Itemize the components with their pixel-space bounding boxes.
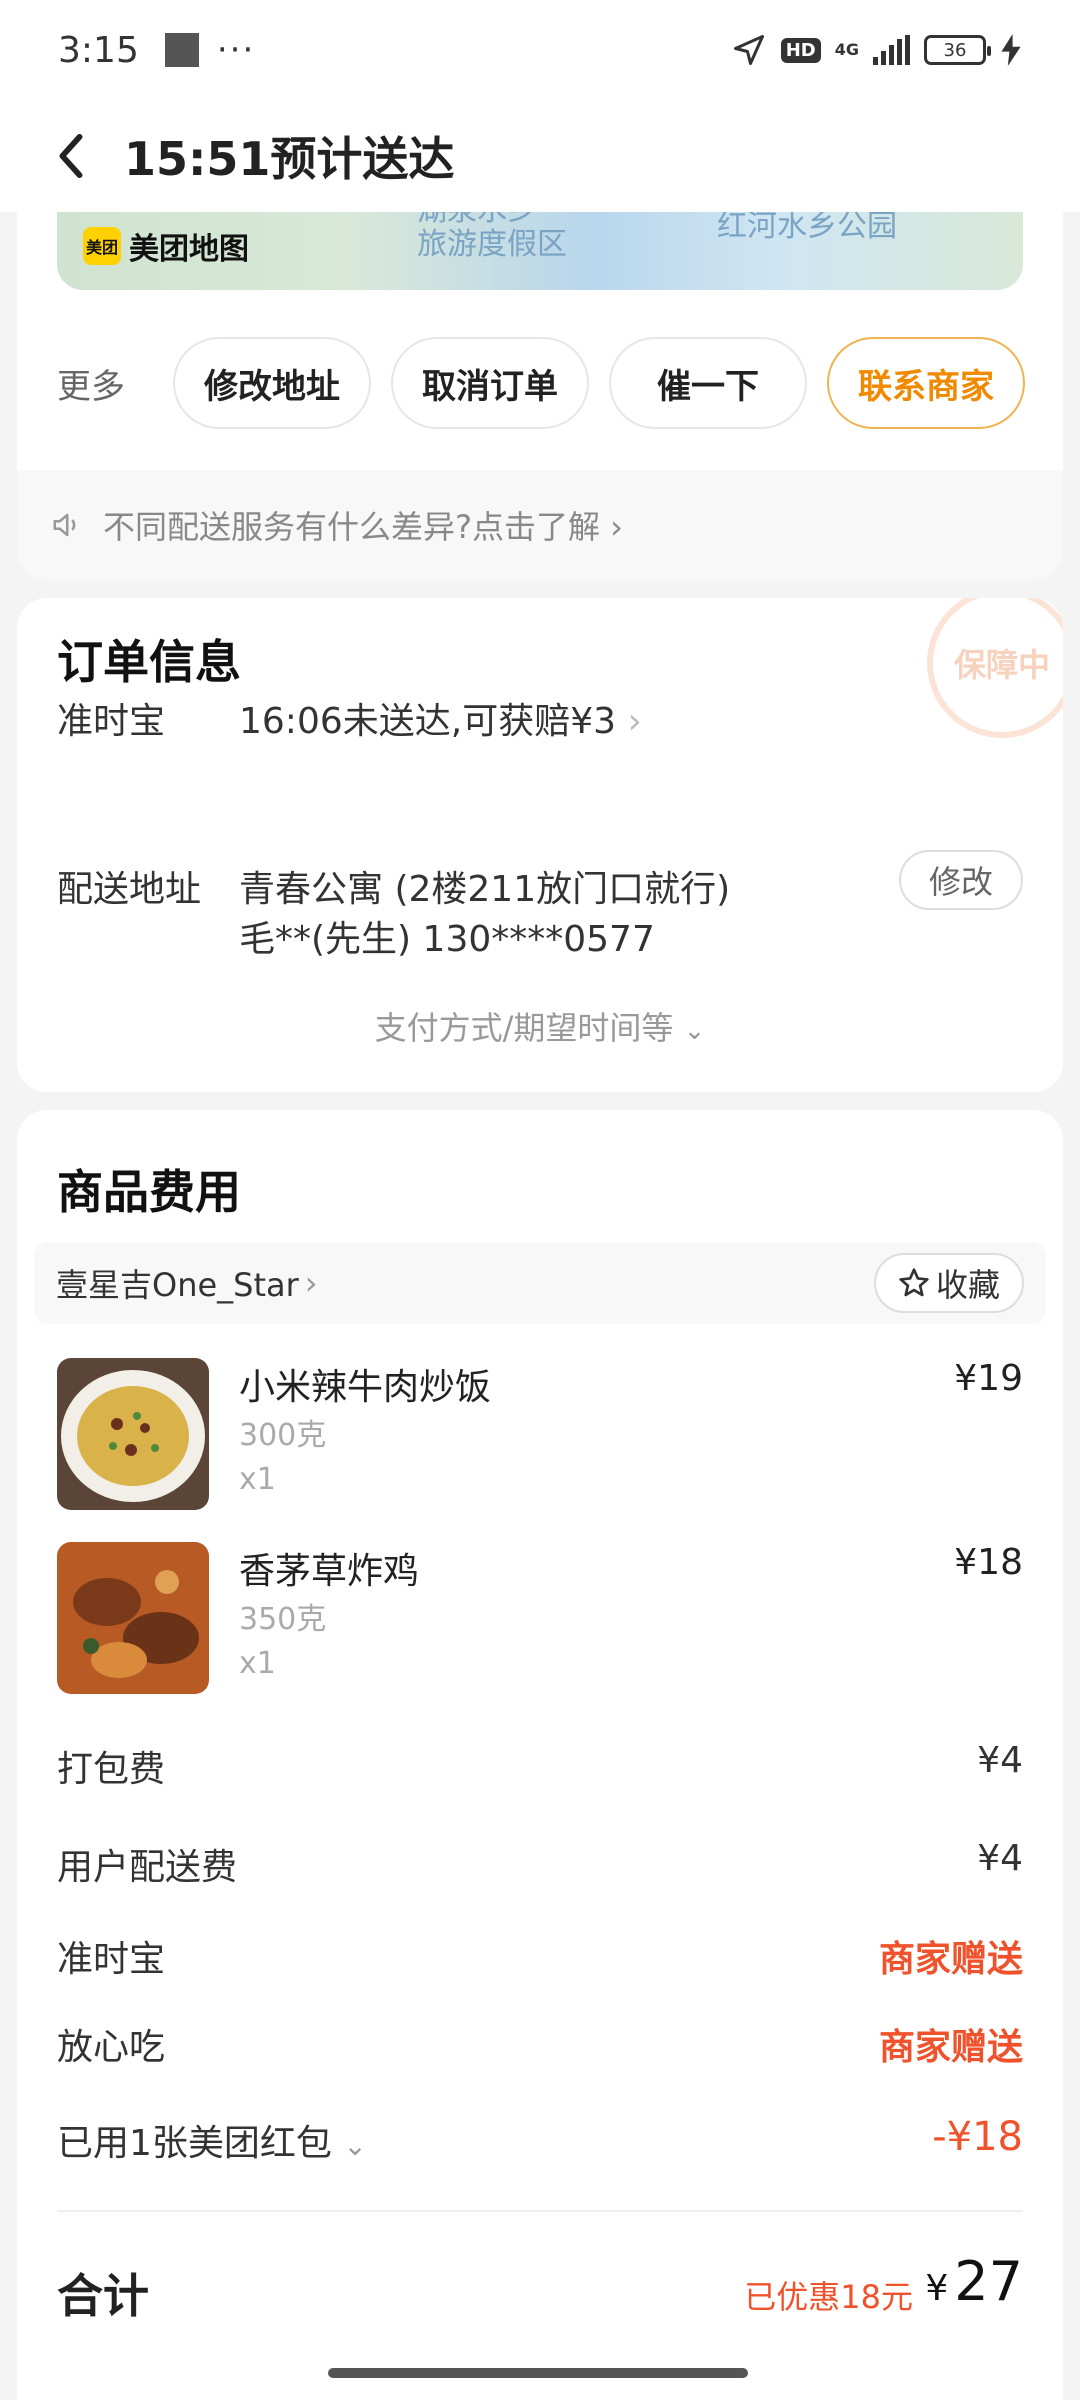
modify-address-button[interactable]: 修改地址 (173, 337, 371, 429)
ontime-label: 准时宝 (57, 701, 166, 742)
speaker-icon (53, 513, 76, 537)
goods-item[interactable]: 香茅草炸鸡 350克 x1 ¥18 (57, 1542, 1023, 1694)
item-quantity: x1 (239, 1462, 276, 1497)
address-label: 配送地址 (57, 869, 202, 910)
order-info-title: 订单信息 (57, 635, 241, 689)
fee-value: 商家赠送 (878, 1939, 1023, 1980)
map-poi-park: 红河水乡公园 (717, 210, 897, 244)
ontime-text: 16:06未送达,可获赔¥3 (239, 701, 616, 742)
item-name: 小米辣牛肉炒饭 (239, 1367, 492, 1408)
total-amount: ¥27 (925, 2250, 1023, 2313)
charging-icon (1001, 34, 1021, 66)
food-image-fried-chicken (57, 1542, 209, 1694)
modify-address-button-small[interactable]: 修改 (899, 850, 1023, 910)
signal-icon (873, 35, 910, 65)
contact-merchant-button[interactable]: 联系商家 (827, 337, 1025, 429)
fee-row-coupon[interactable]: 已用1张美团红包 ⌄ -¥18 (57, 2114, 1023, 2174)
delivery-service-notice[interactable]: 不同配送服务有什么差异?点击了解 › (17, 470, 1063, 580)
page-header: 15:51预计送达 (0, 100, 1080, 212)
network-type: 4G (834, 40, 859, 59)
hd-icon: HD (780, 37, 821, 63)
item-quantity: x1 (239, 1646, 276, 1681)
favorite-button[interactable]: 收藏 (874, 1253, 1024, 1313)
address-line1: 青春公寓 (2楼211放门口就行) (239, 869, 731, 910)
goods-item[interactable]: 小米辣牛肉炒饭 300克 x1 ¥19 (57, 1358, 1023, 1510)
page-title: 15:51预计送达 (124, 132, 455, 186)
fee-row-packaging: 打包费 ¥4 (57, 1740, 1023, 1800)
total-label: 合计 (57, 2269, 149, 2323)
star-icon (899, 1268, 929, 1297)
favorite-label: 收藏 (935, 1266, 1000, 1304)
ontime-value[interactable]: 16:06未送达,可获赔¥3 › (239, 692, 642, 744)
fee-row-ontime: 准时宝 商家赠送 (57, 1930, 1023, 1990)
more-notifications-icon: ··· (216, 30, 256, 70)
notice-text: 不同配送服务有什么差异?点击了解 › (103, 508, 623, 546)
payment-details-toggle[interactable]: 支付方式/期望时间等 ⌄ (17, 1003, 1063, 1049)
map-poi-resort: 湖泉水乡 旅游度假区 (417, 210, 567, 262)
location-icon (733, 35, 764, 65)
chevron-down-icon: ⌄ (683, 1016, 706, 1046)
map-logo-text: 美团地图 (129, 232, 249, 267)
delivery-map[interactable]: 美团 美团地图 湖泉水乡 旅游度假区 红河水乡公园 (57, 210, 1023, 290)
item-name: 香茅草炸鸡 (239, 1551, 420, 1592)
discount-text: 已优惠18元 (744, 2278, 913, 2316)
fee-label: 准时宝 (57, 1939, 166, 1980)
order-info-card: 保障中 订单信息 准时宝 16:06未送达,可获赔¥3 › 配送地址 青春公寓 … (17, 598, 1063, 1092)
item-spec: 350克 (239, 1602, 327, 1637)
status-bar: 3:15 ··· HD 4G 36 (0, 0, 1080, 100)
map-logo: 美团 美团地图 (83, 224, 249, 268)
delivery-card: 美团 美团地图 湖泉水乡 旅游度假区 红河水乡公园 更多 修改地址 取消订单 催… (17, 160, 1063, 580)
divider (57, 2210, 1023, 2212)
action-bar: 更多 修改地址 取消订单 催一下 联系商家 (57, 337, 1047, 429)
meituan-badge: 美团 (83, 227, 121, 265)
fee-value: 商家赠送 (878, 2027, 1023, 2068)
cancel-order-button[interactable]: 取消订单 (391, 337, 589, 429)
fee-value: ¥4 (977, 1740, 1023, 1781)
food-image-fried-rice (57, 1358, 209, 1510)
shop-name: 壹星吉One_Star (56, 1266, 299, 1304)
battery-icon: 36 (924, 35, 991, 65)
chevron-down-icon: ⌄ (343, 2129, 367, 2162)
goods-fee-title: 商品费用 (57, 1165, 241, 1219)
fee-value: -¥18 (932, 2114, 1023, 2160)
shop-row[interactable]: 壹星吉One_Star › 收藏 (34, 1242, 1046, 1324)
fee-label: 打包费 (57, 1749, 166, 1790)
fee-label: 放心吃 (57, 2027, 166, 2068)
fee-label: 已用1张美团红包 (57, 2123, 332, 2164)
fee-label: 用户配送费 (57, 1847, 238, 1888)
fee-row-safe-eat: 放心吃 商家赠送 (57, 2018, 1023, 2078)
total-row: 合计 已优惠18元 ¥27 (57, 2250, 1023, 2330)
payment-details-text: 支付方式/期望时间等 (374, 1009, 674, 1047)
total-value: 27 (954, 2250, 1023, 2313)
guarantee-stamp: 保障中 (927, 598, 1063, 738)
item-price: ¥19 (954, 1358, 1023, 1399)
chevron-right-icon: › (627, 701, 642, 742)
back-icon[interactable] (56, 133, 84, 179)
chevron-right-icon: › (304, 1264, 318, 1302)
home-indicator[interactable] (328, 2368, 748, 2378)
fee-value: ¥4 (977, 1838, 1023, 1879)
urge-button[interactable]: 催一下 (609, 337, 807, 429)
notification-icon (164, 33, 199, 67)
total-currency: ¥ (925, 2268, 949, 2309)
item-price: ¥18 (954, 1542, 1023, 1583)
item-spec: 300克 (239, 1418, 327, 1453)
goods-fee-card: 商品费用 壹星吉One_Star › 收藏 小米辣牛肉炒饭 300克 x1 ¥1… (17, 1110, 1063, 2400)
more-label: 更多 (57, 366, 125, 407)
fee-row-delivery: 用户配送费 ¥4 (57, 1838, 1023, 1898)
address-line2: 毛**(先生) 130****0577 (239, 919, 655, 960)
status-time: 3:15 (58, 29, 139, 71)
battery-level: 36 (943, 39, 967, 61)
